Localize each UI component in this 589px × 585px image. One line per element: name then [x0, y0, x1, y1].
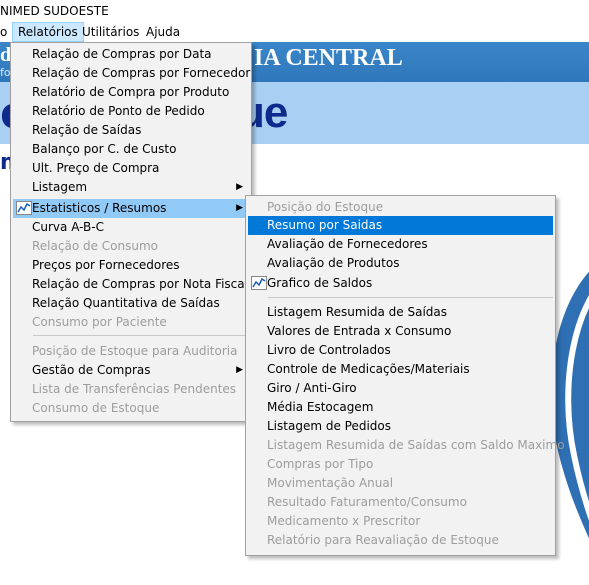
menu-relatorios[interactable]: Relatórios	[12, 22, 84, 42]
menu-bar: o Relatórios Utilitários Ajuda	[0, 22, 589, 42]
menu-item-label: Avaliação de Produtos	[267, 256, 400, 270]
window-title: NIMED SUDOESTE	[0, 4, 109, 18]
menu-item-lista-de-transferencias-pendentes[interactable]: Lista de Transferências Pendentes	[13, 380, 249, 399]
menu-item-relacao-de-compras-por-data[interactable]: Relação de Compras por Data	[13, 45, 249, 64]
menu-item-label: Relação Quantitativa de Saídas	[32, 296, 220, 310]
menu-item-label: Movimentação Anual	[267, 476, 394, 490]
menu-item-ult-preco-de-compra[interactable]: Ult. Preço de Compra	[13, 159, 249, 178]
menu-item-gestao-de-compras[interactable]: Gestão de Compras ▶	[13, 361, 249, 380]
menu-item-resultado-faturamento-consumo[interactable]: Resultado Faturamento/Consumo	[248, 493, 553, 512]
menu-item-label: Gestão de Compras	[32, 363, 151, 377]
menu-item-label: Posição do Estoque	[267, 200, 384, 214]
menu-item-balanco-por-c-de-custo[interactable]: Balanço por C. de Custo	[13, 140, 249, 159]
menu-item-relacao-de-compras-por-nota-fiscal[interactable]: Relação de Compras por Nota Fiscal	[13, 275, 249, 294]
menu-item-label: Consumo de Estoque	[32, 401, 160, 415]
estatisticos-submenu: Posição do Estoque Resumo por Saidas Avali…	[245, 195, 565, 556]
menu-item-label: Ult. Preço de Compra	[32, 161, 160, 175]
menu-item-relacao-de-saidas[interactable]: Relação de Saídas	[13, 121, 249, 140]
menu-item-listagem-resumida-de-saidas[interactable]: Listagem Resumida de Saídas	[248, 303, 553, 322]
menu-item-label: Listagem de Pedidos	[267, 419, 392, 433]
menu-item-label: Resumo por Saidas	[267, 218, 383, 232]
menu-item-relatorio-para-reavaliacao-de-estoque[interactable]: Relatório para Reavaliação de Estoque	[248, 531, 553, 550]
menu-item-label: Relação de Compras por Data	[32, 47, 212, 61]
menu-item-livro-de-controlados[interactable]: Livro de Controlados	[248, 341, 553, 360]
menu-item-label: Relação de Compras por Nota Fiscal	[32, 277, 248, 291]
menu-item-label: Livro de Controlados	[267, 343, 391, 357]
menu-item-label: Curva A-B-C	[32, 220, 104, 234]
menu-item-curva-a-b-c[interactable]: Curva A-B-C	[13, 218, 249, 237]
menu-item-resumo-por-saidas[interactable]: Resumo por Saidas	[248, 216, 553, 235]
menu-item-partial[interactable]: o	[0, 22, 12, 42]
menu-separator	[33, 335, 249, 336]
menu-item-label: Relatório de Compra por Produto	[32, 85, 230, 99]
menu-item-label: Estatisticos / Resumos	[32, 201, 167, 215]
menu-item-label: Listagem Resumida de Saídas	[267, 305, 448, 319]
submenu-arrow-icon: ▶	[236, 182, 243, 192]
relatorios-menu: Relação de Compras por Data Relação de Co…	[10, 42, 252, 422]
menu-item-label: Controle de Medicações/Materiais	[267, 362, 470, 376]
menu-item-medicamento-x-prescritor[interactable]: Medicamento x Prescritor	[248, 512, 553, 531]
menu-separator	[268, 297, 553, 298]
chart-icon	[251, 276, 267, 290]
menu-item-consumo-por-paciente[interactable]: Consumo por Paciente	[13, 313, 249, 332]
menu-item-label: Balanço por C. de Custo	[32, 142, 177, 156]
menu-item-relatorio-de-compra-por-produto[interactable]: Relatório de Compra por Produto	[13, 83, 249, 102]
menu-item-compras-por-tipo[interactable]: Compras por Tipo	[248, 455, 553, 474]
menu-item-relatorio-de-ponto-de-pedido[interactable]: Relatório de Ponto de Pedido	[13, 102, 249, 121]
menu-utilitarios[interactable]: Utilitários	[77, 22, 144, 42]
menu-item-posicao-do-estoque[interactable]: Posição do Estoque	[248, 198, 553, 217]
menu-item-relacao-de-compras-por-fornecedor[interactable]: Relação de Compras por Fornecedor	[13, 64, 251, 83]
menu-item-label: Giro / Anti-Giro	[267, 381, 357, 395]
menu-item-consumo-de-estoque[interactable]: Consumo de Estoque	[13, 399, 249, 418]
submenu-arrow-icon: ▶	[236, 365, 243, 375]
menu-item-listagem-de-pedidos[interactable]: Listagem de Pedidos	[248, 417, 553, 436]
menu-item-label: Consumo por Paciente	[32, 315, 167, 329]
menu-item-label: Relatório de Ponto de Pedido	[32, 104, 205, 118]
menu-item-estatisticos-resumos[interactable]: Estatisticos / Resumos ▶	[13, 199, 249, 218]
menu-item-label: Relação de Compras por Fornecedor	[32, 66, 251, 80]
menu-item-label: Relação de Consumo	[32, 239, 159, 253]
menu-item-listagem-resumida-de-saidas-com-saldo-maximo[interactable]: Listagem Resumida de Saídas com Saldo Ma…	[248, 436, 565, 455]
menu-item-label: Listagem Resumida de Saídas com Saldo Ma…	[267, 438, 565, 452]
menu-item-controle-de-medicacoes-materiais[interactable]: Controle de Medicações/Materiais	[248, 360, 553, 379]
menu-item-label: Grafico de Saldos	[267, 276, 373, 290]
menu-item-label: Relação de Saídas	[32, 123, 142, 137]
menu-item-media-estocagem[interactable]: Média Estocagem	[248, 398, 553, 417]
menu-item-movimentacao-anual[interactable]: Movimentação Anual	[248, 474, 553, 493]
menu-item-label: Listagem	[32, 180, 88, 194]
chart-icon	[16, 201, 32, 215]
menu-item-label: Lista de Transferências Pendentes	[32, 382, 237, 396]
menu-item-relacao-quantitativa-de-saidas[interactable]: Relação Quantitativa de Saídas	[13, 294, 249, 313]
menu-item-label: Compras por Tipo	[267, 457, 374, 471]
menu-item-grafico-de-saldos[interactable]: Grafico de Saldos	[248, 274, 553, 293]
menu-item-label: Média Estocagem	[267, 400, 374, 414]
window-titlebar: NIMED SUDOESTE	[0, 0, 589, 22]
menu-item-avaliacao-de-fornecedores[interactable]: Avaliação de Fornecedores	[248, 235, 553, 254]
menu-item-valores-de-entrada-x-consumo[interactable]: Valores de Entrada x Consumo	[248, 322, 553, 341]
menu-item-label: Medicamento x Prescritor	[267, 514, 421, 528]
menu-item-relacao-de-consumo[interactable]: Relação de Consumo	[13, 237, 249, 256]
menu-ajuda[interactable]: Ajuda	[141, 22, 185, 42]
menu-item-label: Relatório para Reavaliação de Estoque	[267, 533, 499, 547]
menu-item-posicao-de-estoque-para-auditoria[interactable]: Posição de Estoque para Auditoria	[13, 342, 249, 361]
menu-item-precos-por-fornecedores[interactable]: Preços por Fornecedores	[13, 256, 249, 275]
menu-item-label: Preços por Fornecedores	[32, 258, 180, 272]
menu-item-label: Resultado Faturamento/Consumo	[267, 495, 467, 509]
submenu-arrow-icon: ▶	[236, 203, 243, 213]
menu-item-avaliacao-de-produtos[interactable]: Avaliação de Produtos	[248, 254, 553, 273]
menu-item-listagem[interactable]: Listagem ▶	[13, 178, 249, 197]
menu-item-label: Avaliação de Fornecedores	[267, 237, 428, 251]
menu-item-label: Posição de Estoque para Auditoria	[32, 344, 238, 358]
banner-title: IA CENTRAL	[254, 45, 403, 71]
menu-item-label: Valores de Entrada x Consumo	[267, 324, 452, 338]
menu-item-giro-anti-giro[interactable]: Giro / Anti-Giro	[248, 379, 553, 398]
